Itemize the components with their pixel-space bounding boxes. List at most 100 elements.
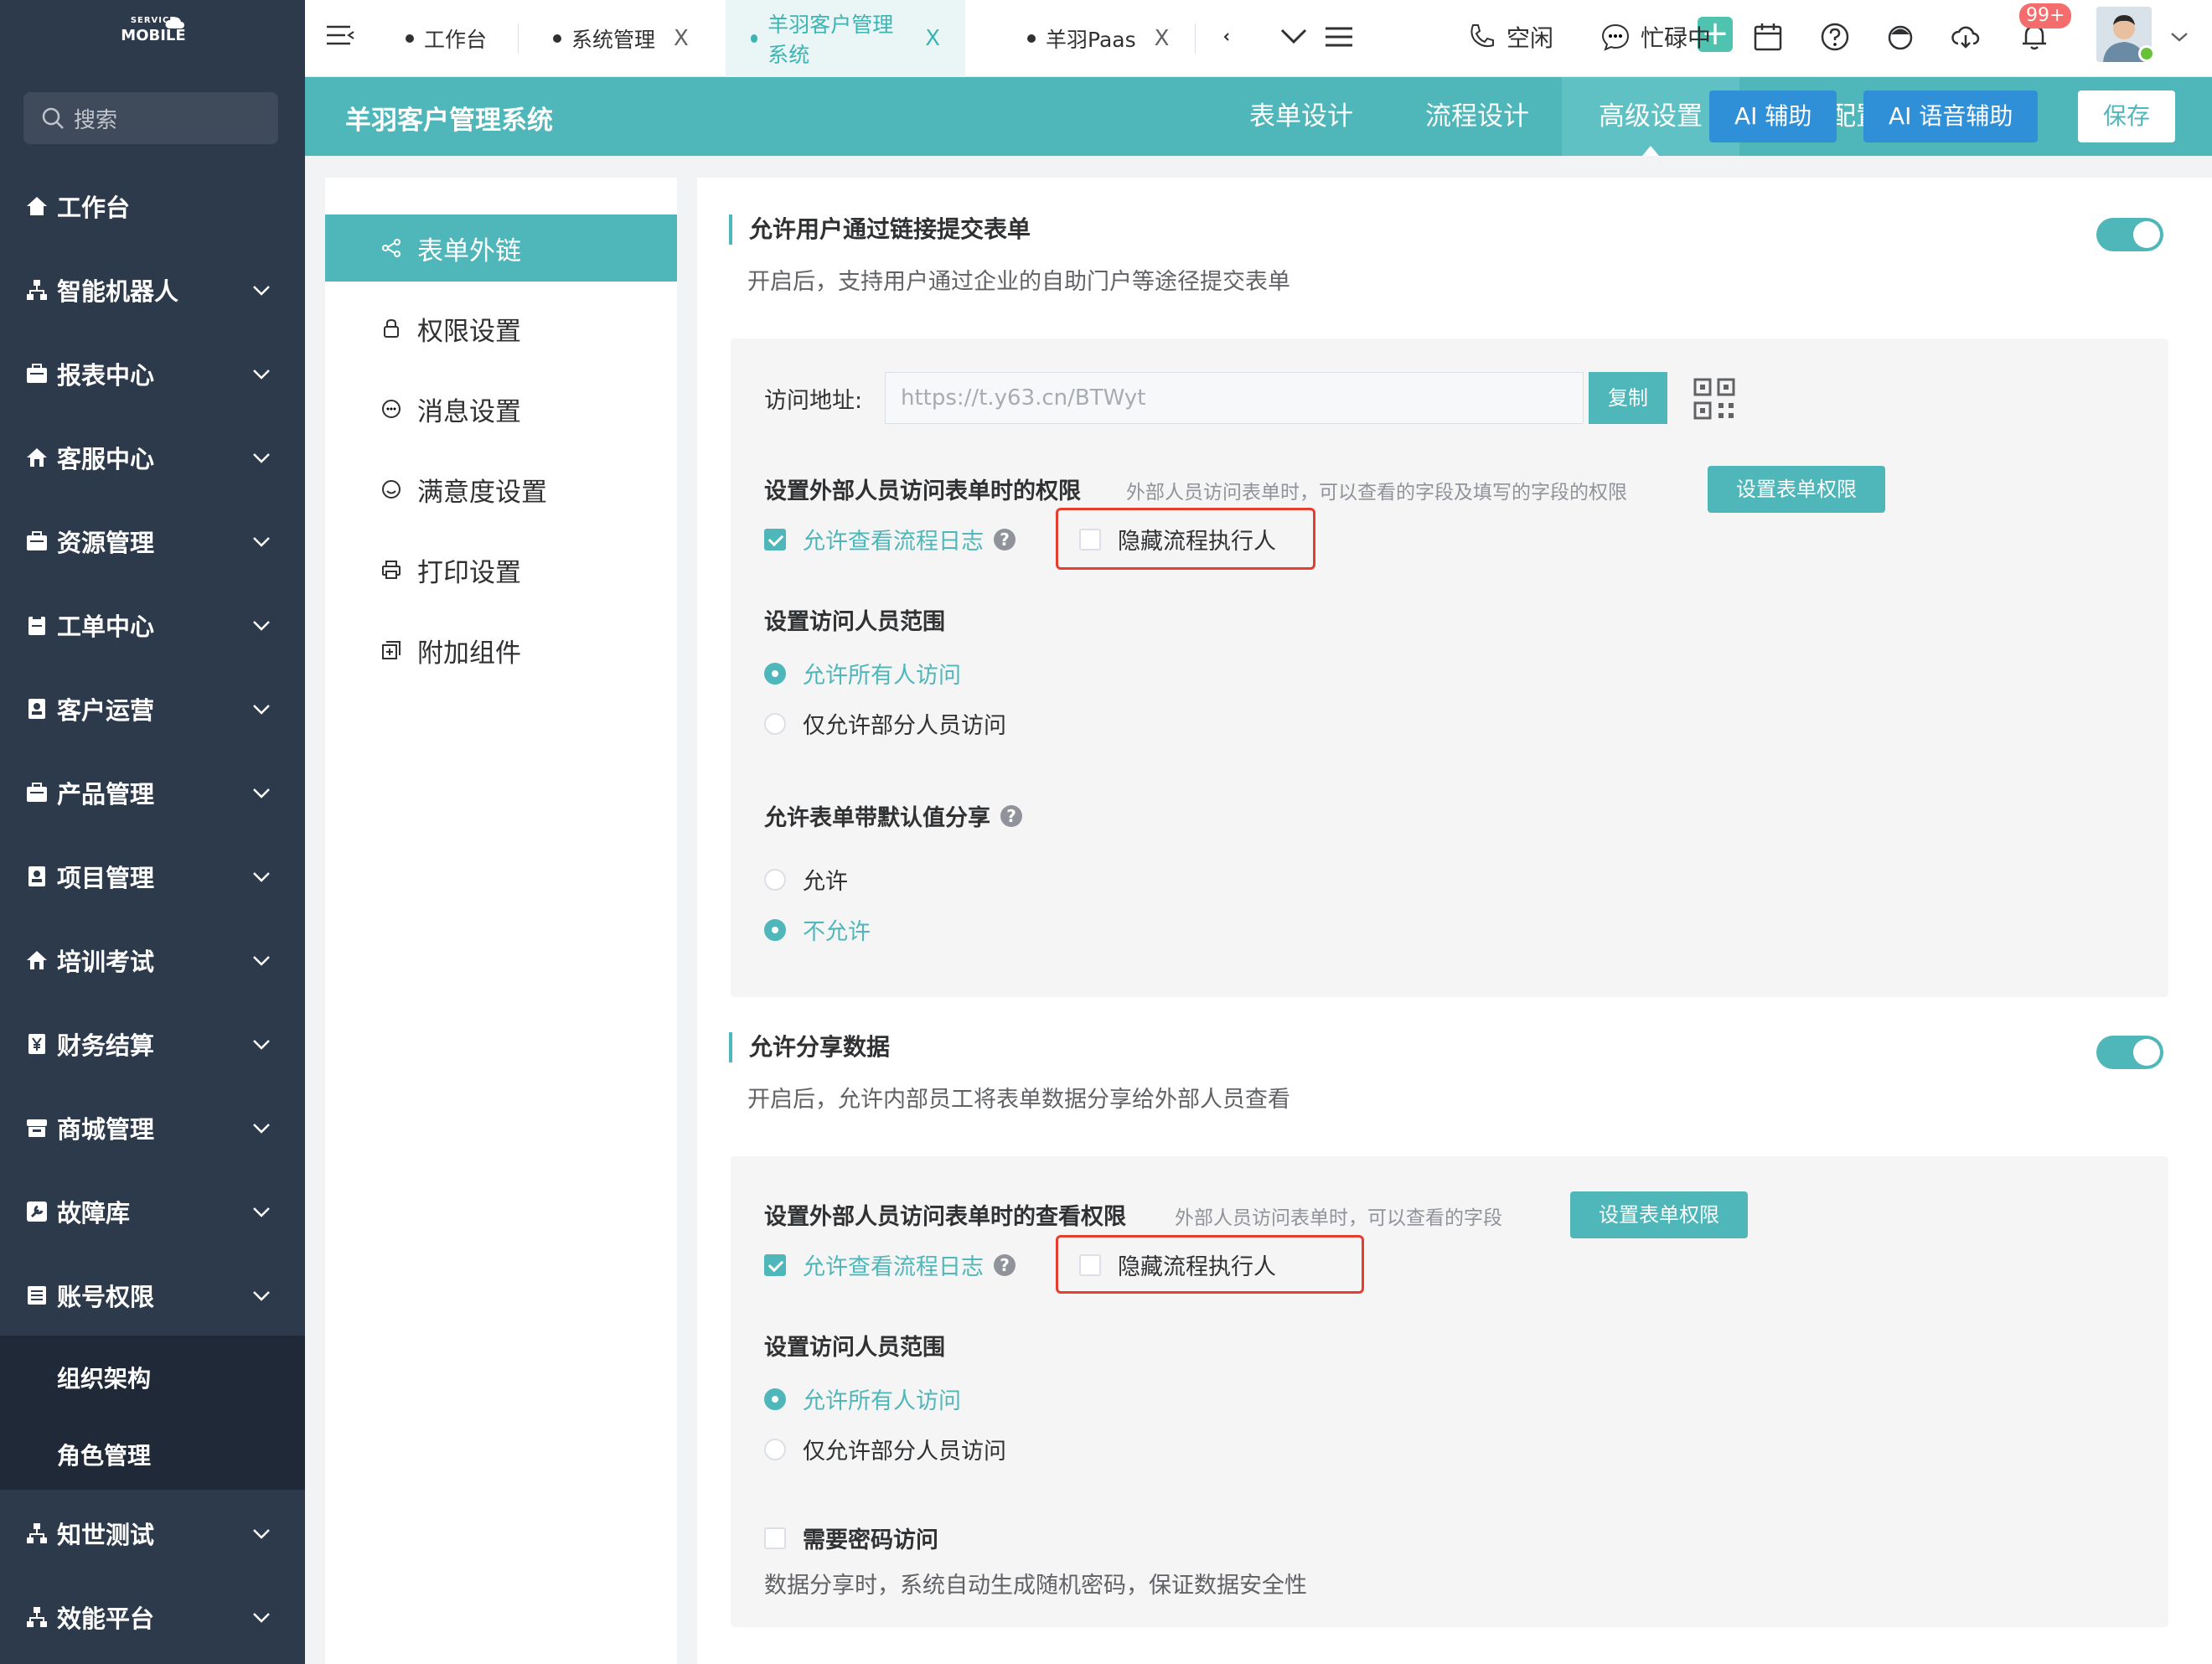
chevron-down-icon: [253, 286, 270, 296]
radio-circle: [764, 918, 786, 941]
tab-workbench[interactable]: 工作台: [406, 0, 487, 77]
contact-icon: [28, 699, 45, 719]
nav-service[interactable]: 客服中心: [0, 416, 305, 499]
nav-project[interactable]: 项目管理: [0, 835, 305, 918]
tab-separator: [518, 23, 519, 54]
nav-mall[interactable]: 商城管理: [0, 1086, 305, 1170]
allow-log-checkbox[interactable]: 允许查看流程日志 ?: [764, 1248, 1016, 1281]
cloud-download-icon[interactable]: [1949, 20, 1982, 54]
nav-account[interactable]: 账号权限: [0, 1253, 305, 1337]
set-form-permission-button[interactable]: 设置表单权限: [1708, 466, 1885, 513]
nav-robot[interactable]: 智能机器人: [0, 248, 305, 332]
share-allow-radio[interactable]: 允许: [764, 863, 848, 896]
calendar-icon[interactable]: [1751, 20, 1785, 54]
sub-role[interactable]: 角色管理: [57, 1438, 151, 1471]
nav-resource[interactable]: 资源管理: [0, 499, 305, 583]
status-idle[interactable]: 空闲: [1466, 18, 1553, 55]
tab-crm[interactable]: 羊羽客户管理系统 X: [726, 0, 965, 77]
online-status-dot: [2138, 45, 2155, 62]
briefcase-icon: [27, 364, 47, 383]
settings-content: 允许用户通过链接提交表单 开启后，支持用户通过企业的自助门户等途径提交表单 访问…: [697, 178, 2212, 1664]
nav-ticket[interactable]: 工单中心: [0, 583, 305, 667]
help-icon[interactable]: ?: [994, 528, 1016, 550]
search-input[interactable]: 搜索: [23, 92, 278, 144]
nav-zhishi-test[interactable]: 知世测试: [0, 1491, 305, 1575]
tab-flow-design[interactable]: 流程设计: [1394, 77, 1560, 156]
chevron-down-icon[interactable]: [2167, 20, 2192, 54]
section-desc: 开启后，允许内部员工将表单数据分享给外部人员查看: [747, 1087, 1290, 1113]
sub-org[interactable]: 组织架构: [57, 1361, 151, 1394]
hide-executor-checkbox[interactable]: 隐藏流程执行人: [1079, 523, 1276, 556]
nav-finance[interactable]: 财务结算: [0, 1002, 305, 1086]
save-button[interactable]: 保存: [2078, 90, 2175, 142]
allow-log-checkbox[interactable]: 允许查看流程日志 ?: [764, 523, 1016, 556]
menu-satisfaction[interactable]: 满意度设置: [325, 456, 677, 523]
set-form-permission-button[interactable]: 设置表单权限: [1570, 1191, 1748, 1238]
menu-addon[interactable]: 附加组件: [325, 617, 677, 684]
chevron-down-icon: [253, 453, 270, 463]
nav-label: 商城管理: [57, 1115, 155, 1144]
checkbox-box: [1079, 528, 1101, 550]
url-input[interactable]: https://t.y63.cn/BTWyt: [885, 372, 1584, 424]
share-disallow-radio[interactable]: 不允许: [764, 913, 871, 946]
checkbox-label: 允许查看流程日志: [803, 1254, 984, 1280]
scope-part-radio[interactable]: 仅允许部分人员访问: [764, 1433, 1006, 1465]
chevron-down-icon: [253, 1124, 270, 1134]
menu-fold-icon[interactable]: [323, 20, 357, 54]
help-icon[interactable]: [1818, 20, 1852, 54]
scope-part-radio[interactable]: 仅允许部分人员访问: [764, 707, 1006, 740]
tab-paas[interactable]: 羊羽Paas X: [1027, 0, 1169, 77]
menu-print[interactable]: 打印设置: [325, 536, 677, 603]
help-icon[interactable]: ?: [994, 1253, 1016, 1276]
tab-form-design[interactable]: 表单设计: [1218, 77, 1384, 156]
share-data-toggle[interactable]: [2096, 1036, 2163, 1069]
checkbox-label: 隐藏流程执行人: [1118, 529, 1276, 555]
nav-report[interactable]: 报表中心: [0, 332, 305, 416]
nav-efficiency[interactable]: 效能平台: [0, 1575, 305, 1659]
status-busy[interactable]: 忙碌中: [1600, 18, 1711, 55]
close-icon[interactable]: X: [925, 26, 940, 51]
chevron-down-icon: [253, 369, 270, 380]
copy-button[interactable]: 复制: [1589, 372, 1667, 424]
radio-circle: [764, 712, 786, 735]
radio-label: 仅允许部分人员访问: [803, 1439, 1006, 1465]
qrcode-icon[interactable]: [1693, 377, 1736, 421]
nav-workbench[interactable]: 工作台: [0, 164, 305, 248]
close-icon[interactable]: X: [1155, 26, 1170, 51]
settings-menu: 表单外链 权限设置 消息设置 满意度设置 打印设置 附加组件: [325, 178, 677, 1664]
close-icon[interactable]: X: [674, 26, 689, 51]
url-placeholder: https://t.y63.cn/BTWyt: [901, 385, 1146, 411]
status-busy-label: 忙碌中: [1641, 24, 1712, 52]
help-icon[interactable]: ?: [1000, 804, 1022, 827]
menu-permission[interactable]: 权限设置: [325, 295, 677, 362]
menu-icon[interactable]: [1322, 20, 1356, 54]
menu-form-link[interactable]: 表单外链: [325, 214, 677, 282]
submenu-account: 组织架构 角色管理: [0, 1336, 305, 1490]
home-icon: [27, 197, 47, 215]
scope-all-radio[interactable]: 允许所有人访问: [764, 657, 961, 690]
robot-icon[interactable]: [1884, 20, 1917, 54]
need-password-checkbox[interactable]: 需要密码访问: [764, 1522, 938, 1554]
nav-label: 客服中心: [57, 445, 155, 473]
chevron-down-icon[interactable]: [1277, 20, 1310, 54]
menu-message[interactable]: 消息设置: [325, 375, 677, 442]
ai-assist-button[interactable]: AI 辅助: [1709, 90, 1837, 142]
nav-fault[interactable]: 故障库: [0, 1170, 305, 1253]
hide-executor-checkbox[interactable]: 隐藏流程执行人: [1079, 1248, 1276, 1281]
scroll-left-icon[interactable]: [1218, 20, 1235, 54]
link-submit-toggle[interactable]: [2096, 218, 2163, 251]
chevron-down-icon: [253, 956, 270, 966]
search-placeholder: 搜索: [74, 107, 118, 133]
radio-circle: [764, 868, 786, 891]
radio-label: 允许所有人访问: [803, 1388, 961, 1414]
nav-label: 知世测试: [57, 1521, 155, 1549]
nav-customer-ops[interactable]: 客户运营: [0, 667, 305, 751]
scope-all-radio[interactable]: 允许所有人访问: [764, 1382, 961, 1415]
checkbox-box: [764, 528, 786, 550]
nav-training[interactable]: 培训考试: [0, 918, 305, 1002]
menu-label: 满意度设置: [417, 477, 547, 508]
tab-system[interactable]: 系统管理 X: [553, 0, 689, 77]
ai-voice-button[interactable]: AI 语音辅助: [1863, 90, 2039, 142]
tab-dot: [1027, 34, 1036, 43]
nav-product[interactable]: 产品管理: [0, 751, 305, 835]
